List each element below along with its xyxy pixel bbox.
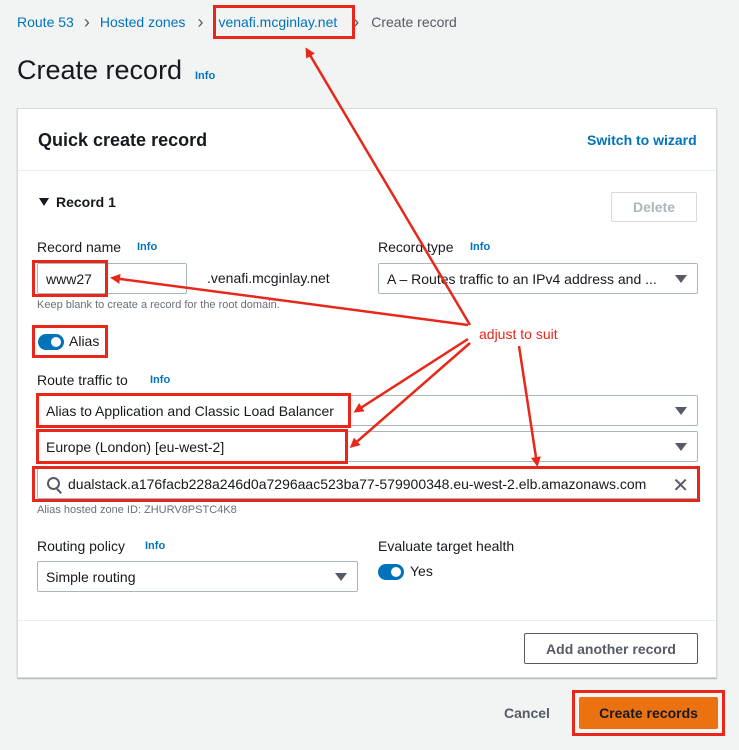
arrow-to-target xyxy=(517,345,541,467)
arrow-to-zone xyxy=(305,47,472,326)
arrow-to-region xyxy=(349,342,471,448)
arrow-to-name xyxy=(110,273,469,327)
annotation-text: adjust to suit xyxy=(479,326,558,342)
annotation-arrows xyxy=(110,47,541,467)
arrow-to-endpoint xyxy=(353,337,469,413)
